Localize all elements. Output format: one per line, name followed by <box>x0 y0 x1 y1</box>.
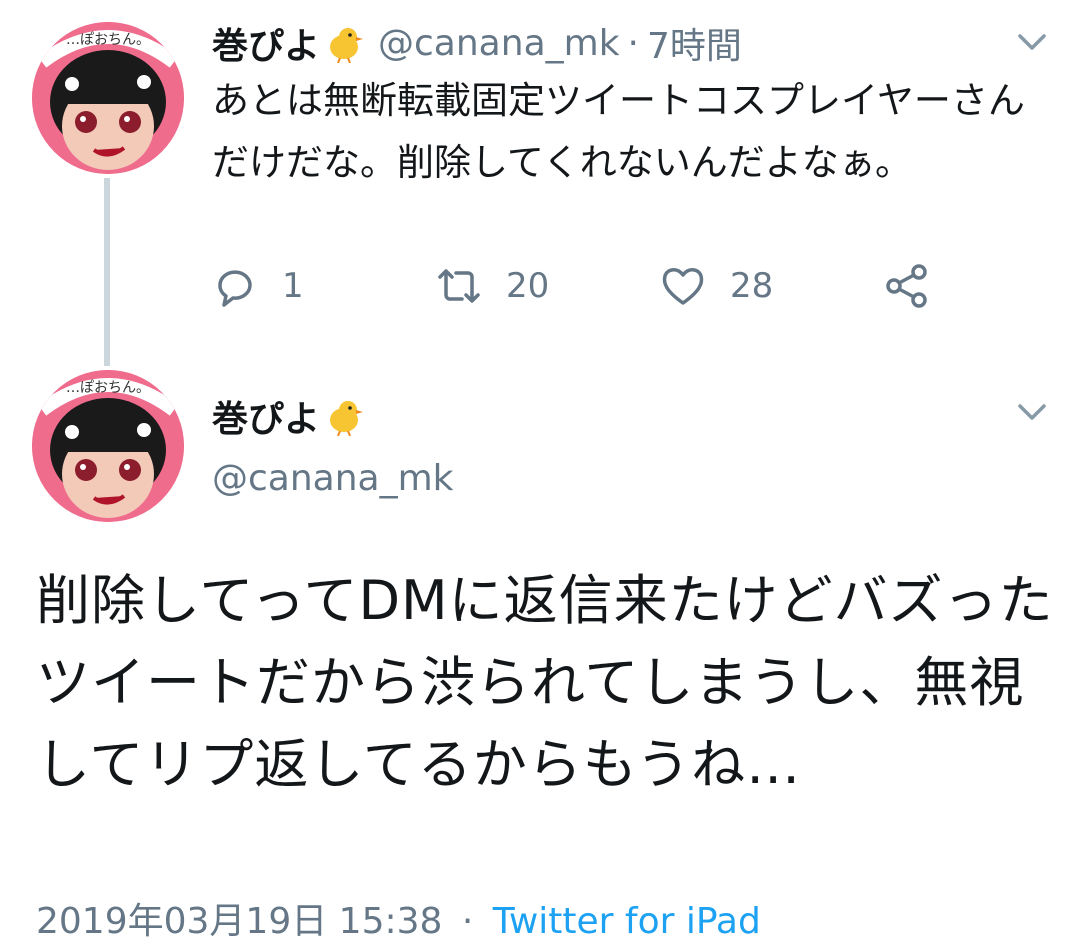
avatar-caption: …ぽおちん。 <box>66 380 150 396</box>
reply-action[interactable]: 1 <box>212 258 304 314</box>
tweet-timestamp: 2019年03月19日 15:38 <box>36 901 443 942</box>
separator: · <box>461 901 474 942</box>
tweet-text: 削除してってDMに返信来たけどバズったツイートだから渋られてしまうし、無視してリ… <box>36 569 1054 796</box>
like-icon <box>662 268 704 305</box>
separator: · <box>627 22 639 64</box>
share-action[interactable] <box>884 258 930 314</box>
reply-icon <box>218 270 252 307</box>
chick-emoji-icon <box>324 23 364 64</box>
tweet-text: あとは無断転載固定ツイートコスプレイヤーさんだけだな。削除してくれないんだよなぁ… <box>212 79 1025 184</box>
avatar[interactable]: …ぽおちん。 <box>32 22 184 174</box>
tweet1-header: 巻ぴよ @canana_mk · 7時間 <box>212 17 742 69</box>
tweet2-author[interactable]: 巻ぴよ <box>212 390 364 442</box>
display-name[interactable]: 巻ぴよ <box>212 390 320 442</box>
chevron-down-icon[interactable] <box>1012 392 1052 436</box>
avatar[interactable]: …ぽおちん。 <box>32 370 184 522</box>
like-action[interactable]: 28 <box>660 258 773 314</box>
username-handle[interactable]: @canana_mk <box>212 458 454 499</box>
share-icon <box>886 264 927 308</box>
chevron-down-icon[interactable] <box>1012 22 1052 66</box>
timestamp[interactable]: 7時間 <box>647 17 742 69</box>
tweet-footer: 2019年03月19日 15:38 · Twitter for iPad <box>36 892 761 944</box>
username-handle[interactable]: @canana_mk <box>378 23 620 64</box>
thread-connector-line <box>104 178 110 366</box>
like-count: 28 <box>730 266 774 306</box>
reply-count: 1 <box>282 266 304 306</box>
retweet-count: 20 <box>506 266 550 306</box>
chick-emoji-icon <box>324 396 364 437</box>
retweet-action[interactable]: 20 <box>436 258 549 314</box>
avatar-caption: …ぽおちん。 <box>66 32 150 48</box>
display-name[interactable]: 巻ぴよ <box>212 17 320 69</box>
source-link[interactable]: Twitter for iPad <box>493 901 761 942</box>
retweet-icon <box>438 269 480 303</box>
